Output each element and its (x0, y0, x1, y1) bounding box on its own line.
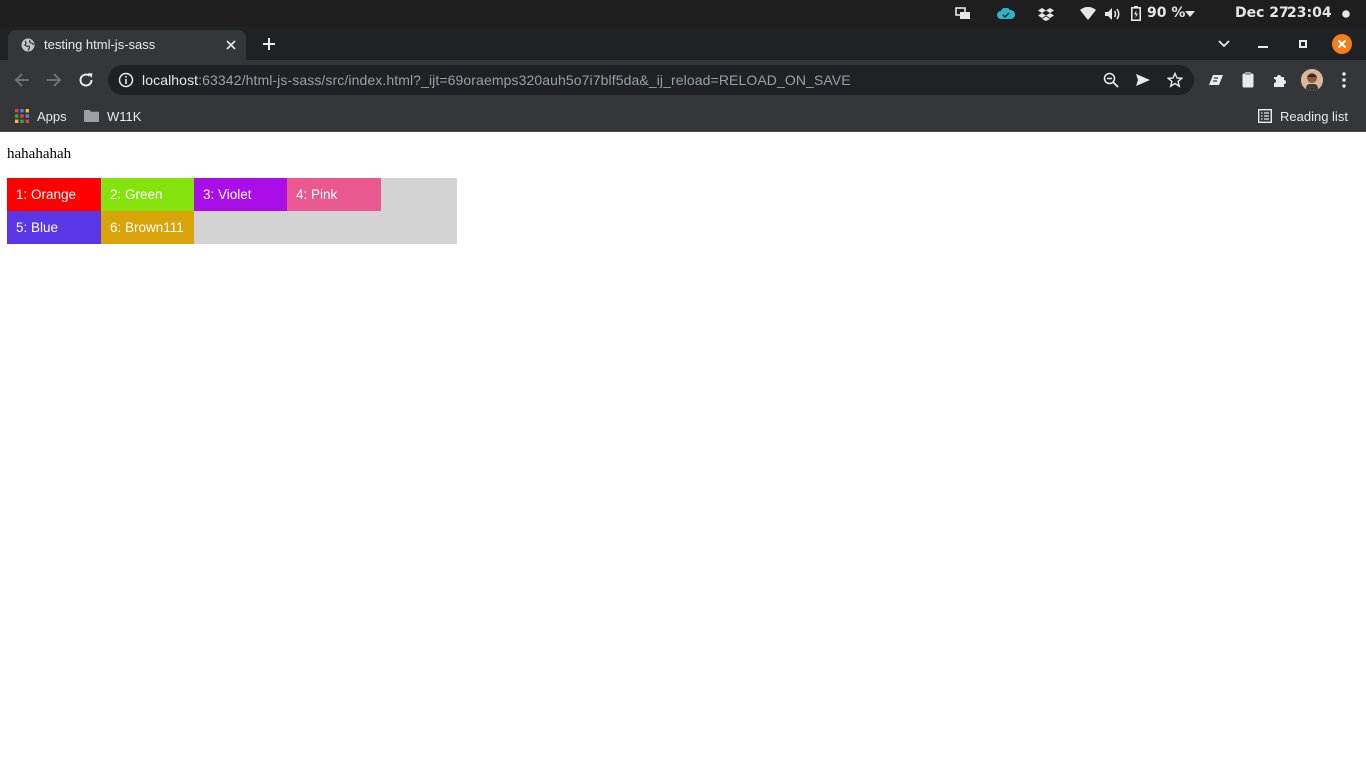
browser-tab[interactable]: testing html-js-sass (8, 30, 246, 60)
url-text[interactable]: localhost:63342/html-js-sass/src/index.h… (142, 65, 851, 95)
reading-list-label: Reading list (1280, 108, 1348, 124)
reading-list-icon (1258, 109, 1272, 123)
battery-icon[interactable] (1130, 0, 1142, 27)
send-to-devices-icon[interactable] (1135, 72, 1151, 88)
zoom-out-icon[interactable] (1103, 72, 1119, 88)
system-menu-chevron-icon[interactable] (1183, 0, 1197, 27)
extension-eraser-icon[interactable] (1206, 70, 1226, 90)
bookmark-star-icon[interactable] (1167, 72, 1183, 88)
new-tab-plus-icon[interactable] (259, 34, 279, 54)
apps-grid-icon (15, 109, 29, 123)
tab-strip: testing html-js-sass (0, 27, 1366, 60)
site-info-icon[interactable] (118, 72, 134, 88)
color-box-5: 5: Blue (7, 211, 101, 244)
bookmark-apps-label: Apps (37, 108, 67, 124)
dropbox-icon[interactable] (1037, 0, 1055, 27)
minimize-window-icon[interactable] (1253, 34, 1273, 54)
browser-toolbar: localhost:63342/html-js-sass/src/index.h… (0, 60, 1366, 100)
web-page-content: hahahahah 1: Orange 2: Green 3: Violet 4… (0, 132, 1366, 768)
tab-title: testing html-js-sass (44, 37, 156, 52)
color-box-4: 4: Pink (287, 178, 381, 211)
color-box-1: 1: Orange (7, 178, 101, 211)
wifi-icon[interactable] (1079, 0, 1097, 27)
color-box-3: 3: Violet (194, 178, 287, 211)
profile-avatar[interactable] (1301, 69, 1323, 91)
close-window-icon[interactable] (1332, 34, 1352, 54)
extensions-puzzle-icon[interactable] (1270, 70, 1290, 90)
folder-icon (84, 110, 99, 122)
url-host: localhost (142, 72, 199, 88)
tab-search-chevron-icon[interactable] (1214, 34, 1234, 54)
os-top-bar: 90 % Dec 27 23:04 (0, 0, 1366, 27)
color-box-container: 1: Orange 2: Green 3: Violet 4: Pink 5: … (7, 178, 457, 244)
color-box-2: 2: Green (101, 178, 194, 211)
url-path: :63342/html-js-sass/src/index.html?_ijt=… (198, 72, 851, 88)
reading-list-button[interactable]: Reading list (1258, 104, 1348, 128)
browser-menu-dots-icon[interactable] (1334, 70, 1354, 90)
bookmark-apps[interactable]: Apps (15, 104, 67, 128)
reload-icon[interactable] (76, 70, 96, 90)
bookmarks-bar: Apps W11K Reading list (0, 100, 1366, 132)
globe-icon (21, 38, 35, 52)
maximize-window-icon[interactable] (1293, 34, 1313, 54)
back-arrow-icon[interactable] (12, 70, 32, 90)
cloud-sync-icon[interactable] (996, 0, 1016, 27)
display-icon[interactable] (954, 0, 972, 27)
volume-icon[interactable] (1103, 0, 1123, 27)
battery-percent: 90 % (1147, 5, 1186, 21)
extension-clipboard-icon[interactable] (1238, 70, 1258, 90)
forward-arrow-icon[interactable] (44, 70, 64, 90)
close-tab-icon[interactable] (224, 38, 238, 52)
address-bar[interactable]: localhost:63342/html-js-sass/src/index.h… (108, 65, 1194, 95)
clock-date[interactable]: Dec 27 (1235, 0, 1289, 27)
bookmark-folder-label: W11K (107, 108, 142, 124)
notification-dot-icon[interactable] (1340, 0, 1352, 27)
page-paragraph: hahahahah (7, 146, 72, 162)
color-box-6: 6: Brown111 (101, 211, 194, 244)
bookmark-folder-w11k[interactable]: W11K (84, 104, 141, 128)
clock-time[interactable]: 23:04 (1287, 0, 1332, 27)
